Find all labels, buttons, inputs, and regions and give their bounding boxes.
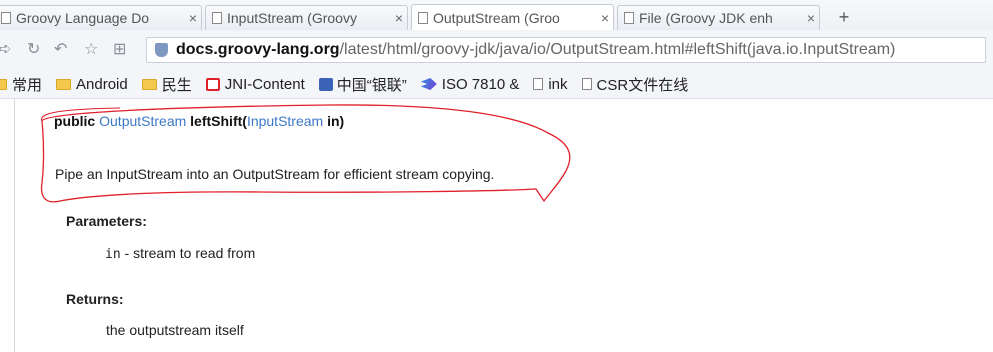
tab-title: File (Groovy JDK enh (639, 10, 773, 26)
bookmark-label: Android (76, 75, 128, 93)
new-tab-button[interactable]: + (832, 6, 856, 28)
bookmarks-bar: 常用 Android 民生 JNI-Content 中国“银联” ISO 781… (0, 70, 993, 99)
bookmark-minsheng[interactable]: 民生 (141, 74, 192, 95)
shield-icon (155, 43, 168, 57)
address-bar[interactable]: docs.groovy-lang.org/latest/html/groovy-… (146, 37, 986, 63)
tab-strip: Groovy Language Do × InputStream (Groovy… (0, 0, 993, 31)
page-icon (581, 78, 592, 90)
page-icon (212, 12, 222, 24)
bookmark-android[interactable]: Android (56, 76, 128, 93)
page-icon (418, 12, 428, 24)
folder-icon (0, 78, 7, 90)
tab-title: InputStream (Groovy (227, 10, 357, 26)
tab-inputstream[interactable]: InputStream (Groovy × (205, 5, 408, 30)
close-icon[interactable]: × (395, 10, 403, 26)
page-content: public OutputStream leftShift(InputStrea… (0, 99, 993, 352)
page-icon (533, 78, 544, 90)
red-annotation-outline (40, 104, 571, 203)
bookmark-iso-7810[interactable]: ISO 7810 & (420, 75, 520, 93)
bookmark-csr[interactable]: CSR文件在线 (581, 74, 689, 95)
tab-title: Groovy Language Do (16, 10, 150, 26)
url-path: /latest/html/groovy-jdk/java/io/OutputSt… (339, 41, 896, 58)
bookmark-label: ISO 7810 & (441, 75, 520, 93)
page-icon (624, 12, 634, 24)
page-icon (1, 12, 11, 24)
close-icon[interactable]: × (601, 10, 609, 26)
bookmark-label: 中国“银联” (336, 76, 407, 94)
tab-outputstream[interactable]: OutputStream (Groo × (411, 4, 614, 31)
undo-icon[interactable]: ↶ (54, 41, 67, 59)
bookmark-jni-content[interactable]: JNI-Content (205, 75, 305, 93)
bookmark-label: 民生 (161, 76, 192, 94)
bookmark-unionpay[interactable]: 中国“银联” (318, 74, 407, 95)
grid-icon[interactable]: ⊞ (113, 41, 126, 59)
close-icon[interactable]: × (189, 10, 197, 26)
arrow-logo-icon (420, 78, 437, 90)
bookmark-label: 常用 (12, 76, 43, 94)
picture-icon (318, 77, 333, 91)
close-icon[interactable]: × (807, 10, 815, 26)
folder-icon (141, 78, 157, 90)
navigation-bar: ➪ ↻ ↶ ☆ ⊞ docs.groovy-lang.org/latest/ht… (0, 30, 993, 71)
folder-icon (56, 78, 72, 90)
bookmark-ink[interactable]: ink (533, 75, 568, 93)
reload-icon[interactable]: ↻ (27, 41, 40, 59)
tab-file-groovy-jdk[interactable]: File (Groovy JDK enh × (617, 5, 820, 30)
bookmark-label: JNI-Content (224, 75, 305, 93)
tab-groovy-language-docs[interactable]: Groovy Language Do × (0, 5, 202, 30)
tab-title: OutputStream (Groo (433, 10, 560, 26)
forward-icon[interactable]: ➪ (0, 41, 11, 59)
bookmark-changyong[interactable]: 常用 (0, 74, 42, 95)
red-box-icon (205, 77, 220, 91)
bookmark-label: CSR文件在线 (596, 76, 689, 94)
star-icon[interactable]: ☆ (84, 41, 98, 59)
bookmark-label: ink (548, 75, 568, 93)
url-host: docs.groovy-lang.org (176, 41, 340, 58)
